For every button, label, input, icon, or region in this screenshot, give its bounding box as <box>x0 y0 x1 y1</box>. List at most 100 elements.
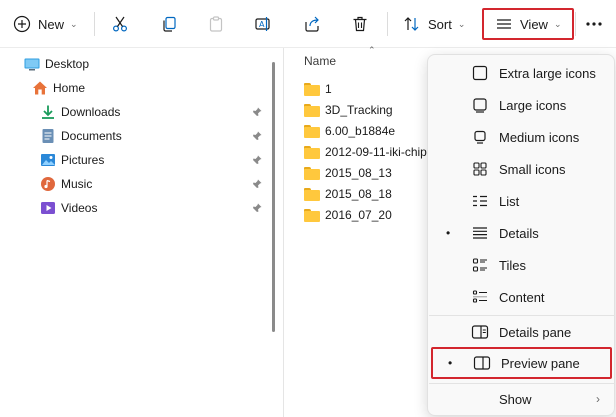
toolbar-separator <box>387 12 388 36</box>
svg-text:A: A <box>259 20 265 29</box>
file-name: 1 <box>325 82 332 96</box>
toolbar-separator <box>94 12 95 36</box>
command-bar: New ⌄ A Sort ⌄ View ⌄ <box>0 0 616 48</box>
medium-icons-icon <box>471 128 489 146</box>
list-item[interactable]: 6.00_b1884e <box>304 121 395 141</box>
music-icon <box>40 176 56 192</box>
share-button[interactable] <box>302 8 322 40</box>
file-name: 2015_08_18 <box>325 187 392 201</box>
navigation-scrollbar[interactable] <box>272 62 275 332</box>
list-item[interactable]: 2015_08_18 <box>304 184 392 204</box>
copy-button[interactable] <box>159 8 179 40</box>
file-name: 3D_Tracking <box>325 103 393 117</box>
delete-button[interactable] <box>350 8 370 40</box>
sidebar-item-label: Home <box>53 81 86 95</box>
menu-item-medium-icons[interactable]: Medium icons <box>428 121 614 153</box>
sidebar-item-videos[interactable]: Videos <box>40 196 97 220</box>
paste-button[interactable] <box>206 8 226 40</box>
selected-bullet-icon: • <box>448 356 453 370</box>
list-item[interactable]: 3D_Tracking <box>304 100 393 120</box>
sidebar-item-label: Documents <box>61 129 122 143</box>
share-icon <box>302 14 322 34</box>
view-button-label: View <box>520 16 548 32</box>
file-name: 2012-09-11-iki-chip <box>325 145 427 159</box>
sort-ascending-icon: ⌃ <box>368 45 376 55</box>
rename-icon: A <box>253 14 273 34</box>
list-icon <box>471 192 489 210</box>
menu-item-label: Medium icons <box>499 129 580 145</box>
sidebar-item-home[interactable]: Home <box>32 76 85 100</box>
menu-item-details[interactable]: • Details <box>428 217 614 249</box>
menu-item-large-icons[interactable]: Large icons <box>428 89 614 121</box>
sort-icon <box>402 14 422 34</box>
desktop-icon <box>24 56 40 72</box>
plus-circle-icon <box>12 14 32 34</box>
delete-icon <box>350 14 370 34</box>
sidebar-item-pictures[interactable]: Pictures <box>40 148 104 172</box>
menu-item-list[interactable]: List <box>428 185 614 217</box>
sidebar-item-desktop[interactable]: Desktop <box>24 52 89 76</box>
menu-item-label: Tiles <box>499 257 526 273</box>
sidebar-item-label: Pictures <box>61 153 105 167</box>
folder-icon <box>304 103 320 117</box>
menu-item-label: Content <box>499 289 545 305</box>
list-item[interactable]: 2015_08_13 <box>304 163 392 183</box>
documents-icon <box>40 128 56 144</box>
view-button[interactable]: View ⌄ <box>482 8 574 40</box>
menu-item-label: Details pane <box>499 324 572 340</box>
downloads-icon <box>40 104 56 120</box>
sidebar-item-music[interactable]: Music <box>40 172 92 196</box>
pin-icon[interactable] <box>251 202 263 214</box>
list-item[interactable]: 2016_07_20 <box>304 205 392 225</box>
cut-button[interactable] <box>110 8 130 40</box>
pin-icon[interactable] <box>251 106 263 118</box>
menu-item-details-pane[interactable]: Details pane <box>428 316 614 348</box>
sort-button[interactable]: Sort ⌄ <box>402 8 465 40</box>
menu-item-tiles[interactable]: Tiles <box>428 249 614 281</box>
selected-bullet-icon: • <box>446 226 451 240</box>
more-options-button[interactable] <box>584 8 604 40</box>
folder-icon <box>304 208 320 222</box>
menu-item-show[interactable]: Show › <box>428 383 614 415</box>
chevron-right-icon: › <box>596 392 600 406</box>
sidebar-item-label: Music <box>61 177 93 191</box>
folder-icon <box>304 124 320 138</box>
videos-icon <box>40 200 56 216</box>
tiles-icon <box>471 256 489 274</box>
home-icon <box>32 80 48 96</box>
menu-item-label: Show <box>499 391 532 407</box>
paste-icon <box>206 14 226 34</box>
new-button-label: New <box>38 16 65 32</box>
small-icons-icon <box>471 160 489 178</box>
sidebar-item-label: Videos <box>61 201 98 215</box>
pin-icon[interactable] <box>251 154 263 166</box>
sidebar-item-downloads[interactable]: Downloads <box>40 100 120 124</box>
menu-item-label: Extra large icons <box>499 65 596 81</box>
menu-item-extra-large-icons[interactable]: Extra large icons <box>428 57 614 89</box>
pictures-icon <box>40 152 56 168</box>
details-icon <box>471 224 489 242</box>
sidebar-item-label: Desktop <box>45 57 90 71</box>
file-name: 6.00_b1884e <box>325 124 396 138</box>
folder-icon <box>304 82 320 96</box>
preview-pane-icon <box>473 354 491 372</box>
sidebar-item-label: Downloads <box>61 105 121 119</box>
menu-item-small-icons[interactable]: Small icons <box>428 153 614 185</box>
new-button[interactable]: New ⌄ <box>12 8 78 40</box>
chevron-down-icon: ⌄ <box>70 18 78 29</box>
list-item[interactable]: 2012-09-11-iki-chip <box>304 142 427 162</box>
sort-button-label: Sort <box>428 16 452 32</box>
menu-item-label: Preview pane <box>501 355 580 371</box>
cut-icon <box>110 14 130 34</box>
column-header-name[interactable]: Name <box>304 54 336 68</box>
rename-button[interactable]: A <box>253 8 273 40</box>
pin-icon[interactable] <box>251 130 263 142</box>
menu-item-content[interactable]: Content <box>428 281 614 313</box>
pin-icon[interactable] <box>251 178 263 190</box>
folder-icon <box>304 166 320 180</box>
menu-item-preview-pane[interactable]: • Preview pane <box>431 347 612 379</box>
toolbar-separator <box>575 12 576 36</box>
list-item[interactable]: 1 <box>304 79 332 99</box>
sidebar-item-documents[interactable]: Documents <box>40 124 122 148</box>
navigation-pane: Desktop Home Downloads Documents Picture… <box>0 48 272 417</box>
